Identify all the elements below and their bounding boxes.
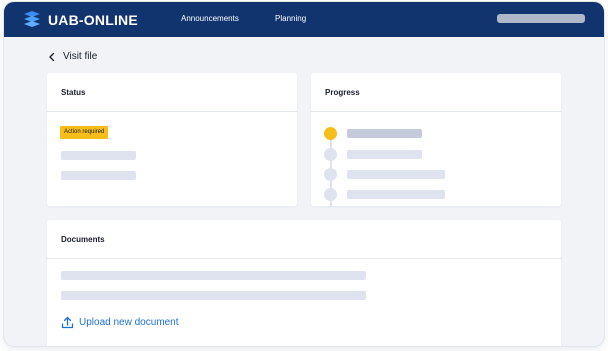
status-skeleton-line [61,171,136,180]
progress-step-label [347,150,422,159]
progress-step-label [347,170,445,179]
app-window: UAB-ONLINE Announcements Planning Visit … [4,2,604,346]
upload-document-link[interactable]: Upload new document [61,316,179,329]
brand-name[interactable]: UAB-ONLINE [48,11,138,29]
status-card-title: Status [47,73,297,112]
progress-card: Progress [311,73,561,207]
status-card: Status Action required [47,73,297,206]
progress-card-title: Progress [311,73,561,112]
back-link-label: Visit file [63,51,98,62]
progress-step-dot [324,168,337,181]
progress-step-dot [324,188,337,201]
upload-document-label: Upload new document [79,317,179,328]
progress-step-label [347,190,445,199]
nav-link-announcements[interactable]: Announcements [181,13,239,25]
upload-icon [61,316,74,329]
back-link[interactable]: Visit file [48,51,97,62]
user-menu-placeholder[interactable] [497,14,585,23]
documents-card-title: Documents [47,220,561,259]
progress-step-label [347,129,422,138]
top-navbar: UAB-ONLINE Announcements Planning [4,2,604,37]
layers-logo-icon[interactable] [23,10,41,28]
nav-link-planning[interactable]: Planning [275,13,306,25]
documents-card: Documents Upload new document [47,220,561,346]
document-skeleton-line [61,271,366,280]
progress-step-dot [324,148,337,161]
status-skeleton-line [61,151,136,160]
status-badge: Action required [60,126,109,139]
progress-step-dot-active [324,127,337,140]
chevron-left-icon [49,52,55,61]
document-skeleton-line [61,291,366,300]
